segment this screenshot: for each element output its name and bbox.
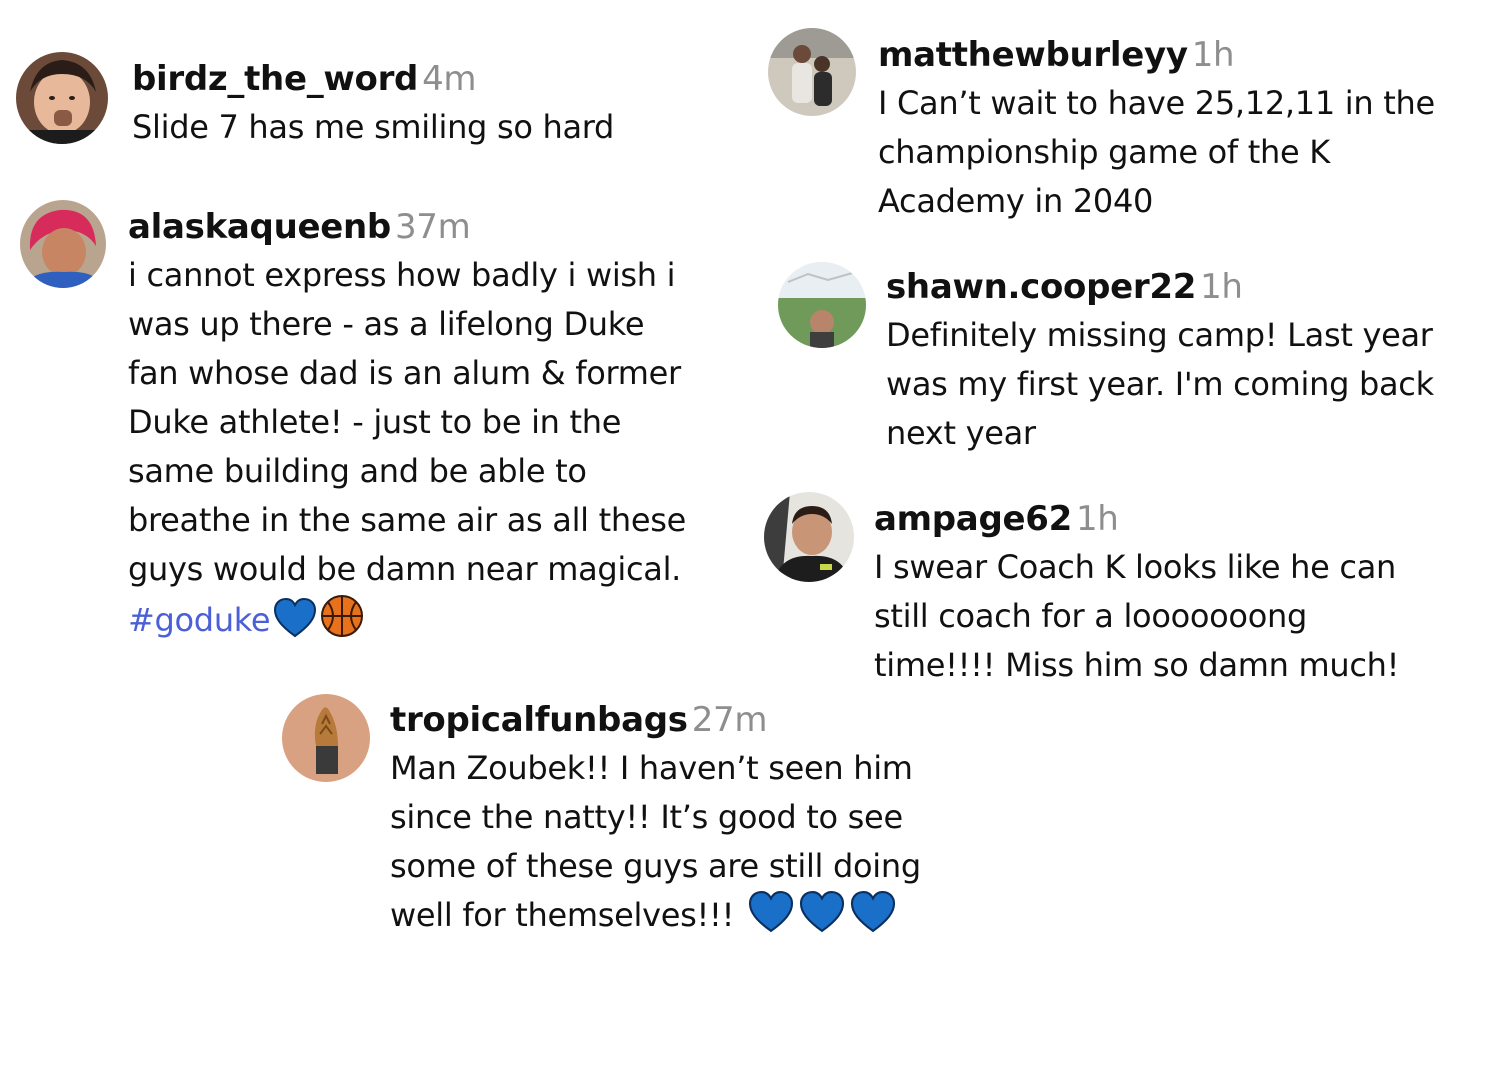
comment-line: breathe in the same air as all these <box>128 501 687 539</box>
comment-line: was up there - as a lifelong Duke <box>128 305 645 343</box>
timestamp[interactable]: 1h <box>1076 499 1119 539</box>
comment-line: Man Zoubek!! I haven’t seen him <box>390 749 913 787</box>
timestamp[interactable]: 4m <box>422 59 476 99</box>
username[interactable]: tropicalfunbags <box>390 700 688 740</box>
basketball-icon <box>320 594 364 652</box>
comment-line: Definitely missing camp! Last year <box>886 316 1433 354</box>
avatar-icon <box>764 492 854 582</box>
blue-heart-icon <box>273 597 317 652</box>
comment-line: some of these guys are still doing <box>390 847 921 885</box>
comment-line: i cannot express how badly i wish i <box>128 256 676 294</box>
timestamp[interactable]: 1h <box>1192 35 1235 75</box>
comment-line: #goduke <box>128 594 686 652</box>
blue-heart-icon <box>798 890 846 947</box>
avatar[interactable] <box>768 28 856 116</box>
timestamp[interactable]: 1h <box>1200 267 1243 307</box>
comment-line: since the natty!! It’s good to see <box>390 798 903 836</box>
comment-line: still coach for a looooooong <box>874 597 1307 635</box>
comment-line: well for themselves!!! <box>390 890 921 947</box>
comment-text: Definitely missing camp! Last year was m… <box>886 311 1434 458</box>
username[interactable]: matthewburleyy <box>878 35 1188 75</box>
comment-line: same building and be able to <box>128 452 587 490</box>
comment-line: championship game of the K <box>878 133 1330 171</box>
comment-line: guys would be damn near magical. <box>128 550 682 588</box>
comment-text: i cannot express how badly i wish i was … <box>128 251 686 652</box>
avatar[interactable] <box>16 52 108 144</box>
comment-line: I swear Coach K looks like he can <box>874 548 1396 586</box>
comment-line: Slide 7 has me smiling so hard <box>132 108 615 146</box>
avatar-icon <box>778 262 866 348</box>
avatar-icon <box>282 694 370 782</box>
avatar-icon <box>20 200 106 288</box>
username[interactable]: ampage62 <box>874 499 1072 539</box>
avatar-icon <box>768 28 856 116</box>
comment-line: next year <box>886 414 1036 452</box>
hashtag-link[interactable]: #goduke <box>128 601 271 639</box>
username[interactable]: alaskaqueenb <box>128 207 391 247</box>
comment-text: Man Zoubek!! I haven’t seen him since th… <box>390 744 921 947</box>
blue-heart-icon <box>747 890 795 947</box>
avatar[interactable] <box>778 262 866 348</box>
comment-line: fan whose dad is an alum & former <box>128 354 681 392</box>
comment-line: time!!!! Miss him so damn much! <box>874 646 1400 684</box>
avatar[interactable] <box>282 694 370 782</box>
timestamp[interactable]: 37m <box>395 207 471 247</box>
comment-line: was my first year. I'm coming back <box>886 365 1434 403</box>
comment-text: Slide 7 has me smiling so hard <box>132 103 614 152</box>
comment-text: I swear Coach K looks like he can still … <box>874 543 1399 690</box>
comment-line-text: well for themselves!!! <box>390 896 735 934</box>
avatar[interactable] <box>764 492 854 582</box>
username[interactable]: birdz_the_word <box>132 59 418 99</box>
avatar-icon <box>16 52 108 144</box>
comment-line: Academy in 2040 <box>878 182 1154 220</box>
blue-heart-icon <box>849 890 897 947</box>
comment-line: I Can’t wait to have 25,12,11 in the <box>878 84 1435 122</box>
comment-text: I Can’t wait to have 25,12,11 in the cha… <box>878 79 1435 226</box>
username[interactable]: shawn.cooper22 <box>886 267 1196 307</box>
timestamp[interactable]: 27m <box>692 700 768 740</box>
avatar[interactable] <box>20 200 106 288</box>
comment-line: Duke athlete! - just to be in the <box>128 403 622 441</box>
